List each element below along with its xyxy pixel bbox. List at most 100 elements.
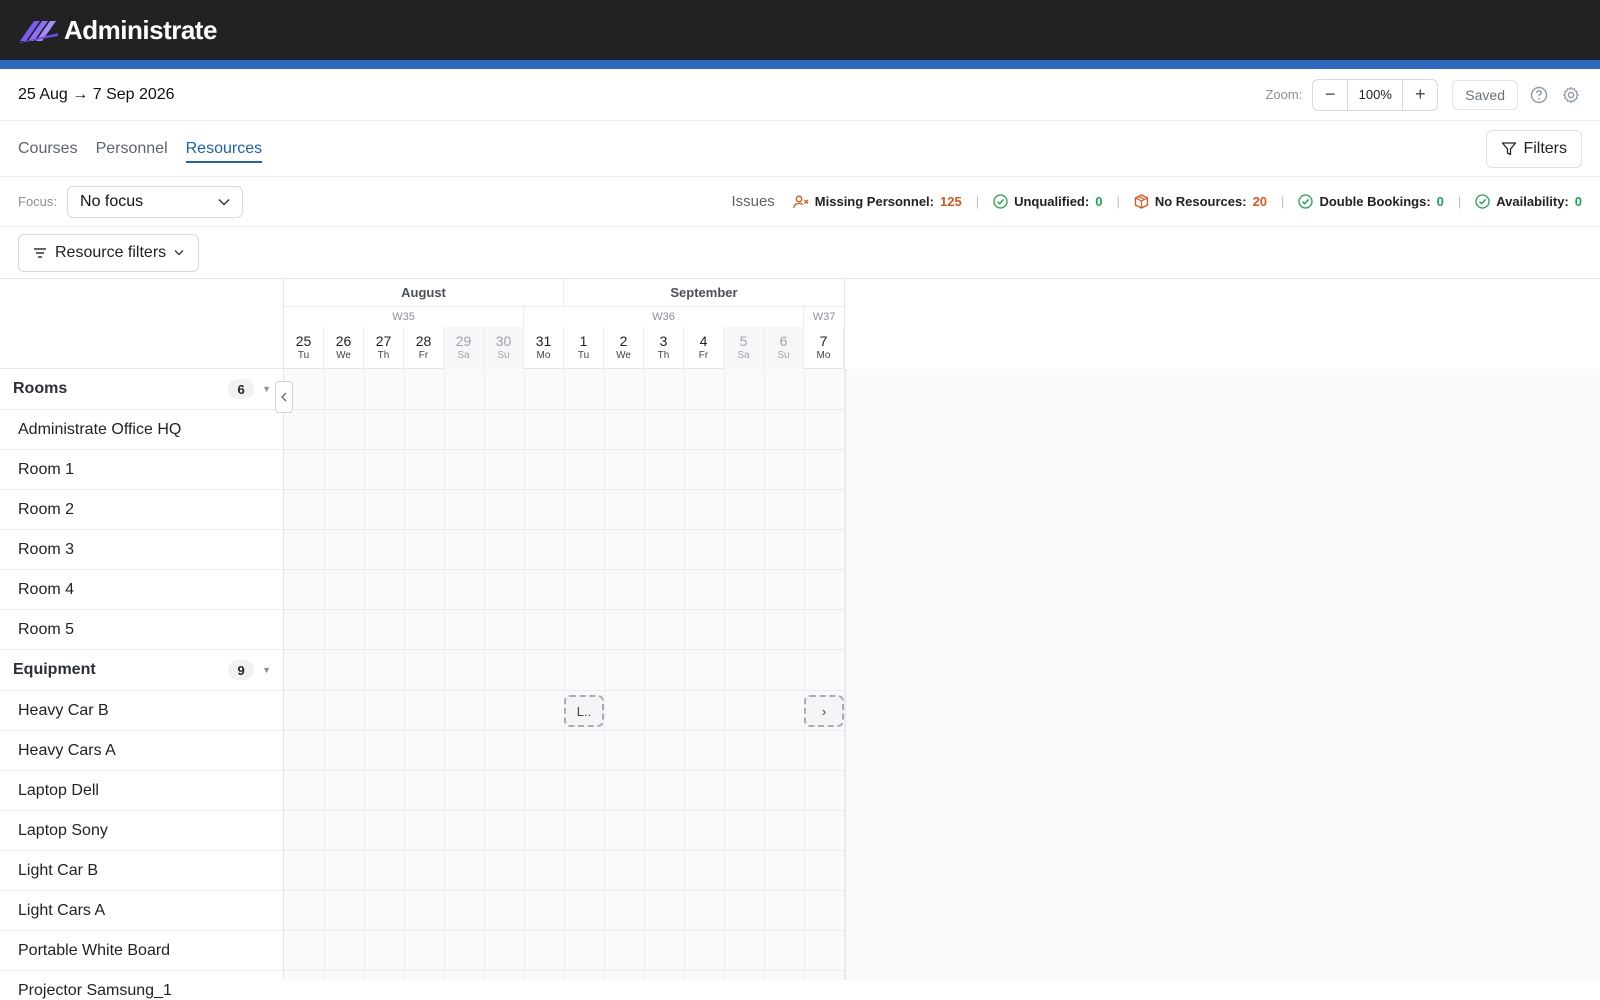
day-gridline [764, 369, 765, 980]
day-column-header[interactable]: 6 Su [764, 327, 804, 369]
day-column-header[interactable]: 7 Mo [804, 327, 844, 369]
focus-select[interactable]: No focus [67, 185, 244, 218]
zoom-label: Zoom: [1265, 87, 1303, 102]
day-number: 5 [739, 333, 748, 349]
day-number: 31 [535, 333, 552, 349]
resource-row[interactable]: Room 3 [0, 530, 283, 570]
day-gridline [444, 369, 445, 980]
issue-label: No Resources: [1154, 194, 1247, 209]
calendar-grid[interactable]: L.. › [284, 369, 1600, 980]
calendar-header: August September W35 W36 W37 25 Tu 26 We 27 Th 28… [284, 279, 845, 369]
issue-count: 0 [1574, 194, 1582, 209]
resource-row[interactable]: Room 1 [0, 450, 283, 490]
day-column-header[interactable]: 27 Th [364, 327, 404, 369]
caret-down-icon[interactable]: ▼ [262, 665, 271, 675]
accent-strip [0, 60, 1600, 69]
divider: | [1281, 194, 1285, 209]
day-number: 7 [819, 333, 828, 349]
resource-row[interactable]: Room 5 [0, 610, 283, 650]
date-range[interactable]: 25 Aug → 7 Sep 2026 [18, 86, 175, 104]
issue-count: 0 [1095, 194, 1103, 209]
day-column-header[interactable]: 3 Th [644, 327, 684, 369]
resource-row[interactable]: Heavy Car B [0, 691, 283, 731]
day-column-header[interactable]: 25 Tu [284, 327, 324, 369]
day-column-header[interactable]: 2 We [604, 327, 644, 369]
resource-group-header[interactable]: Equipment 9 ▼ [0, 650, 283, 691]
day-gridline [724, 369, 725, 980]
app-logo[interactable]: Administrate [18, 15, 217, 46]
saved-button[interactable]: Saved [1452, 79, 1518, 110]
resource-list: Rooms 6 ▼ Administrate Office HQ Room 1 Room … [0, 279, 284, 999]
day-of-week: Mo [816, 350, 831, 361]
resource-row[interactable]: Light Cars A [0, 891, 283, 931]
filters-button[interactable]: Filters [1486, 129, 1582, 168]
resource-row[interactable]: Room 2 [0, 490, 283, 530]
day-number: 28 [415, 333, 432, 349]
booking-block[interactable]: L.. [564, 695, 604, 727]
day-gridline [364, 369, 365, 980]
day-gridline [564, 369, 565, 980]
day-column-header[interactable]: 31 Mo [524, 327, 564, 369]
issue-missing-personnel[interactable]: Missing Personnel: 125 [793, 194, 962, 209]
issues-summary: Issues Missing Personnel: 125 | Unqualif… [731, 193, 1582, 210]
date-toolbar: 25 Aug → 7 Sep 2026 Zoom: − 100% + Saved [0, 69, 1600, 121]
zoom-out-button[interactable]: − [1313, 80, 1347, 110]
issue-label: Unqualified: [1014, 194, 1090, 209]
day-gridline [404, 369, 405, 980]
filter-icon [1502, 141, 1517, 155]
day-column-header[interactable]: 5 Sa [724, 327, 764, 369]
day-column-header[interactable]: 28 Fr [404, 327, 444, 369]
day-column-header[interactable]: 26 We [324, 327, 364, 369]
view-tabs-row: Courses Personnel Resources Filters [0, 121, 1600, 177]
tab-personnel[interactable]: Personnel [96, 121, 168, 176]
tab-courses[interactable]: Courses [18, 121, 78, 176]
day-gridline [804, 369, 805, 980]
issue-unqualified[interactable]: Unqualified: 0 [993, 194, 1102, 209]
resource-row[interactable]: Heavy Cars A [0, 731, 283, 771]
zoom-value[interactable]: 100% [1347, 79, 1404, 110]
box-icon [1134, 194, 1148, 209]
zoom-in-button[interactable]: + [1403, 80, 1437, 110]
view-tabs: Courses Personnel Resources [18, 121, 263, 176]
day-number: 26 [335, 333, 352, 349]
resource-row[interactable]: Portable White Board [0, 931, 283, 971]
settings-gear-icon[interactable] [1560, 84, 1582, 106]
issue-no-resources[interactable]: No Resources: 20 [1134, 194, 1267, 209]
collapse-sidebar-button[interactable] [275, 381, 293, 413]
focus-label: Focus: [18, 194, 58, 209]
day-gridline [484, 369, 485, 980]
day-number: 27 [375, 333, 392, 349]
month-label: September [564, 279, 844, 307]
day-of-week: Sa [457, 350, 470, 361]
issue-availability[interactable]: Availability: 0 [1475, 194, 1582, 209]
focus-value: No focus [80, 192, 144, 210]
day-of-week: Th [377, 350, 390, 361]
resource-row[interactable]: Laptop Dell [0, 771, 283, 811]
day-column-header[interactable]: 1 Tu [564, 327, 604, 369]
resource-row[interactable]: Laptop Sony [0, 811, 283, 851]
resource-filters-button[interactable]: Resource filters [18, 233, 200, 272]
day-gridline [324, 369, 325, 980]
help-icon[interactable] [1528, 84, 1550, 106]
booking-block[interactable]: › [804, 695, 844, 727]
calendar: August September W35 W36 W37 25 Tu 26 We 27 Th 28… [284, 279, 1600, 980]
issues-title: Issues [731, 193, 775, 210]
tab-resources[interactable]: Resources [185, 121, 263, 176]
resource-row[interactable]: Light Car B [0, 851, 283, 891]
caret-down-icon[interactable]: ▼ [262, 384, 271, 394]
month-label: August [284, 279, 564, 307]
chevron-left-icon [281, 392, 287, 402]
issue-double-bookings[interactable]: Double Bookings: 0 [1298, 194, 1444, 209]
resource-row[interactable]: Projector Samsung_1 [0, 971, 283, 1000]
group-name: Rooms [13, 380, 68, 397]
divider: | [1457, 194, 1462, 209]
chevron-down-icon [174, 250, 184, 256]
day-column-header[interactable]: 30 Su [484, 327, 524, 369]
day-gridline [684, 369, 685, 980]
resource-row[interactable]: Room 4 [0, 570, 283, 610]
day-column-header[interactable]: 4 Fr [684, 327, 724, 369]
day-number: 30 [495, 333, 512, 349]
resource-group-header[interactable]: Rooms 6 ▼ [0, 369, 283, 410]
day-column-header[interactable]: 29 Sa [444, 327, 484, 369]
resource-row[interactable]: Administrate Office HQ [0, 410, 283, 450]
